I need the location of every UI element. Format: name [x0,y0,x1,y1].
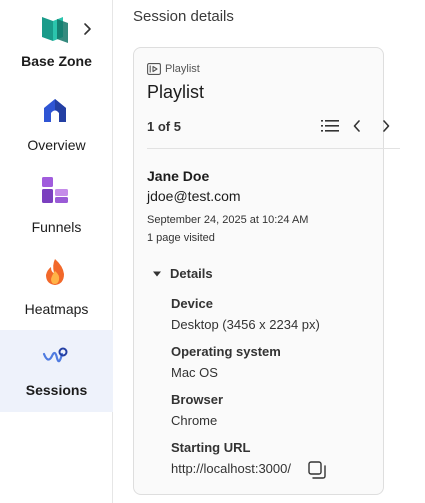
browser-value: Chrome [171,413,218,428]
session-card: Playlist Playlist 1 of 5 Jane Doe jdoe@t… [133,47,400,495]
chevron-right-icon [383,120,390,132]
device-value: Desktop (3456 x 2234 px) [171,317,320,332]
sidebar-item-sessions[interactable]: Sessions [0,330,113,412]
list-view-button[interactable] [320,116,340,136]
brand-logo-icon [42,17,68,43]
funnel-icon [42,177,68,203]
chevron-right-icon [84,23,91,35]
user-email: jdoe@test.com [147,188,241,204]
playlist-kicker: Playlist [147,62,200,76]
copy-icon [308,461,326,479]
device-label: Device [171,296,213,311]
sidebar-item-label: Sessions [25,382,88,398]
page-title: Session details [133,8,234,25]
details-toggle[interactable]: Details [152,266,213,281]
chevron-left-icon [353,120,360,132]
kicker-label: Playlist [165,63,200,75]
next-button[interactable] [376,116,396,136]
playlist-icon [147,63,161,75]
brand-name: Base Zone [21,53,92,69]
card-title: Playlist [147,82,205,102]
details-label: Details [170,266,213,281]
list-icon [321,120,339,132]
home-icon [44,99,66,122]
starting-url-value: http://localhost:3000/ [171,461,291,476]
sidebar-item-label: Overview [27,137,86,153]
pages-visited: 1 page visited [147,232,215,244]
os-value: Mac OS [171,365,218,380]
visit-date: September 24, 2025 at 10:24 AM [147,214,309,226]
sidebar-item-funnels[interactable]: Funnels [0,167,113,249]
pager-count: 1 of 5 [147,119,181,134]
brand-switcher[interactable]: Base Zone [0,0,113,80]
starting-url-label: Starting URL [171,440,251,455]
sidebar-item-label: Heatmaps [24,301,89,317]
caret-down-icon [153,271,161,276]
flame-icon [46,259,64,285]
sidebar-item-heatmaps[interactable]: Heatmaps [0,249,113,331]
divider [147,148,400,149]
copy-url-button[interactable] [306,459,328,481]
browser-label: Browser [171,392,224,407]
sidebar-item-label: Funnels [31,219,82,235]
os-label: Operating system [171,344,281,359]
sidebar-item-overview[interactable]: Overview [0,85,113,167]
previous-button[interactable] [347,116,367,136]
sidebar: Base Zone Overview Funnels Heatmaps Sess… [0,0,113,503]
sessions-icon [42,347,68,363]
user-name: Jane Doe [147,168,210,184]
